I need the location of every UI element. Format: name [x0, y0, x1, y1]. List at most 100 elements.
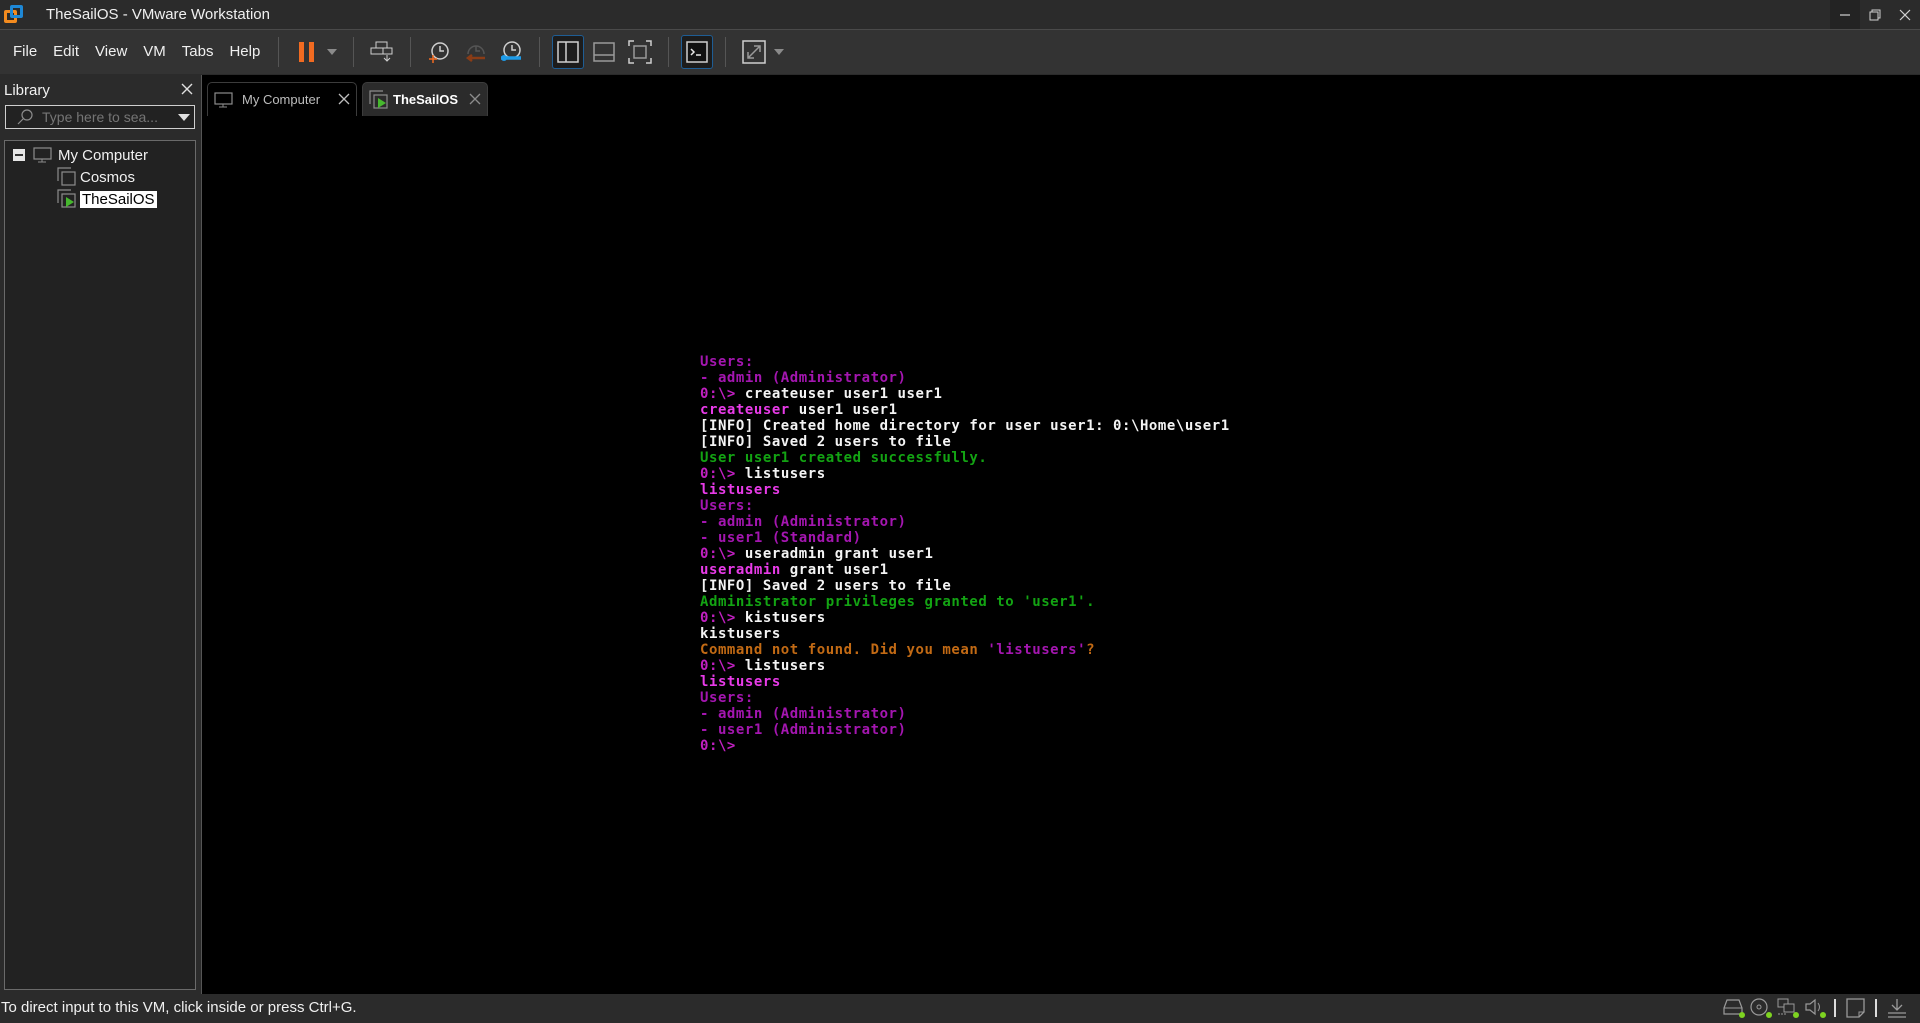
console-text-segment: kistusers [700, 626, 781, 642]
menu-tabs[interactable]: Tabs [174, 37, 222, 67]
thumbnail-bar-button[interactable] [588, 35, 620, 69]
console-text-segment: grant user1 [780, 562, 889, 578]
tab-thesailos[interactable]: TheSailOS [362, 82, 488, 116]
console-text-segment: 0:\> [700, 610, 745, 626]
send-ctrl-alt-del-icon [370, 41, 393, 62]
tab-close-button[interactable] [338, 90, 350, 110]
computer-icon [33, 147, 52, 163]
console-line: kistusers [700, 626, 1230, 642]
computer-icon [214, 91, 233, 107]
console-line: 0:\> useradmin grant user1 [700, 546, 1230, 562]
close-button[interactable] [1890, 0, 1920, 29]
console-line: listusers [700, 674, 1230, 690]
console-line: [INFO] Saved 2 users to file [700, 578, 1230, 594]
message-log-icon[interactable] [1845, 998, 1869, 1018]
library-close-button[interactable] [178, 80, 196, 100]
minimize-button[interactable] [1830, 0, 1860, 29]
console-line: Users: [700, 354, 1230, 370]
vmware-logo-icon [3, 4, 25, 26]
full-screen-icon [628, 40, 653, 64]
tab-my-computer[interactable]: My Computer [207, 82, 357, 116]
menu-vm[interactable]: VM [135, 37, 174, 67]
console-line: createuser user1 user1 [700, 402, 1230, 418]
console-text-segment: Command not found. Did you mean [700, 642, 988, 658]
console-text-segment: listusers [744, 466, 826, 482]
tree-label: TheSailOS [80, 190, 157, 208]
console-text-segment: Users: [700, 690, 754, 706]
console-line: - user1 (Standard) [700, 530, 1230, 546]
window-controls [1830, 0, 1920, 29]
menu-edit[interactable]: Edit [45, 37, 87, 67]
console-line: 0:\> createuser user1 user1 [700, 386, 1230, 402]
snapshot-manager-button[interactable] [495, 35, 527, 69]
console-text-segment: 0:\> [700, 546, 745, 562]
console-text-segment: Users: [700, 354, 754, 370]
full-screen-button[interactable] [624, 35, 656, 69]
send-ctrl-alt-del-button[interactable] [366, 35, 398, 69]
install-tools-icon[interactable] [1886, 998, 1910, 1018]
vm-pane[interactable]: My Computer TheSailOS Users: - admin (Adm… [201, 75, 1920, 994]
console-line: - admin (Administrator) [700, 370, 1230, 386]
pause-icon [299, 42, 315, 62]
console-line: 0:\> listusers [700, 466, 1230, 482]
stretch-dropdown-icon[interactable] [774, 49, 785, 55]
tree-item-my-computer[interactable]: My Computer [13, 144, 148, 166]
close-icon [338, 93, 350, 104]
take-snapshot-icon [429, 42, 450, 63]
console-text-segment: 0:\> [700, 466, 745, 482]
console-text-segment: useradmin [700, 562, 781, 578]
console-line: [INFO] Created home directory for user u… [700, 418, 1230, 434]
status-message: To direct input to this VM, click inside… [1, 999, 357, 1016]
menu-help[interactable]: Help [221, 37, 268, 67]
console-text-segment: - admin (Administrator) [700, 514, 907, 530]
console-text-segment: createuser user1 user1 [744, 386, 943, 402]
console-line: Users: [700, 498, 1230, 514]
tree-item-cosmos[interactable]: Cosmos [57, 166, 135, 188]
sound-card-icon[interactable] [1804, 998, 1828, 1018]
console-view-button[interactable] [681, 35, 714, 69]
restore-button[interactable] [1860, 0, 1890, 29]
power-dropdown-icon[interactable] [327, 49, 338, 55]
minimize-icon [1840, 13, 1850, 16]
take-snapshot-button[interactable] [423, 35, 455, 69]
library-panel: Library My Computer Cosmos TheSailOS [0, 75, 200, 994]
console-line: - admin (Administrator) [700, 706, 1230, 722]
title-bar: TheSailOS - VMware Workstation [0, 0, 1920, 29]
collapse-toggle-icon[interactable] [13, 149, 25, 161]
console-text-segment: [INFO] Saved 2 users to file [700, 578, 952, 594]
console-text-segment: 'listusers' [987, 642, 1087, 658]
tab-close-button[interactable] [469, 90, 481, 110]
pause-button[interactable] [291, 35, 323, 69]
search-icon [17, 109, 33, 125]
show-library-button[interactable] [552, 35, 585, 69]
cd-dvd-icon[interactable] [1750, 998, 1774, 1018]
hard-disk-icon[interactable] [1723, 998, 1747, 1018]
console-line: [INFO] Saved 2 users to file [700, 434, 1230, 450]
menu-file[interactable]: File [5, 37, 45, 67]
console-text-segment: - admin (Administrator) [700, 706, 907, 722]
revert-snapshot-button[interactable] [459, 35, 491, 69]
console-line: Command not found. Did you mean 'listuse… [700, 642, 1230, 658]
console-text-segment: ? [1086, 642, 1096, 658]
library-title: Library [4, 81, 50, 99]
console-line: 0:\> kistusers [700, 610, 1230, 626]
menu-view[interactable]: View [87, 37, 135, 67]
console-line: listusers [700, 482, 1230, 498]
vm-icon [57, 167, 76, 186]
library-search-box[interactable] [5, 105, 195, 129]
close-icon [469, 93, 481, 104]
console-line: User user1 created successfully. [700, 450, 1230, 466]
window-title: TheSailOS - VMware Workstation [46, 6, 270, 23]
stretch-guest-button[interactable] [738, 35, 770, 69]
search-dropdown-icon[interactable] [178, 113, 190, 121]
status-bar: To direct input to this VM, click inside… [0, 994, 1920, 1021]
toolbar-separator [725, 37, 727, 67]
console-text-segment: 0:\> [700, 386, 745, 402]
tree-item-thesailos[interactable]: TheSailOS [57, 188, 157, 210]
network-adapter-icon[interactable] [1777, 998, 1801, 1018]
console-line: useradmin grant user1 [700, 562, 1230, 578]
library-search-input[interactable] [42, 109, 167, 125]
console-text-segment: [INFO] Saved 2 users to file [700, 434, 952, 450]
vm-console-output[interactable]: Users: - admin (Administrator) 0:\> create… [700, 354, 1230, 754]
console-line: - user1 (Administrator) [700, 722, 1230, 738]
